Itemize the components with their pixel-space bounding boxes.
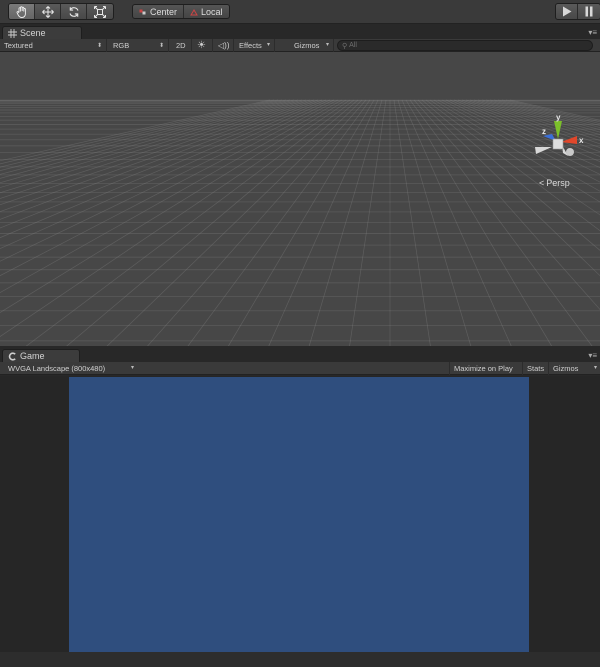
grid-line <box>0 99 339 277</box>
grid-line <box>0 99 299 188</box>
transform-tools <box>8 3 114 20</box>
grid-line <box>308 99 383 346</box>
scene-tab-bar: Scene ▾≡ <box>0 25 600 39</box>
scene-search-placeholder: All <box>349 42 357 49</box>
effects-label: Effects <box>239 41 262 50</box>
effects-arrow-icon: ▾ <box>266 42 270 48</box>
toggle-2d-label: 2D <box>176 41 186 50</box>
play-controls <box>555 3 600 20</box>
toggle-2d-button[interactable]: 2D <box>172 39 192 52</box>
scene-search-input[interactable]: ⚲ All <box>337 40 593 51</box>
render-mode-label: RGB <box>113 41 130 50</box>
game-gizmos-label: Gizmos <box>553 364 579 373</box>
move-tool-button[interactable] <box>35 4 61 19</box>
maximize-on-play-toggle[interactable]: Maximize on Play <box>449 362 517 375</box>
scene-gizmos-dropdown[interactable]: Gizmos ▾ <box>290 39 334 52</box>
gizmo-x-label: x <box>579 136 584 145</box>
audio-icon: ◁)) <box>218 41 230 50</box>
aspect-label: WVGA Landscape (800x480) <box>8 364 106 373</box>
main-toolbar: Center Local <box>0 0 600 24</box>
search-icon: ⚲ <box>342 42 348 50</box>
grid-line <box>0 99 335 262</box>
gizmo-y-label: y <box>556 113 561 122</box>
grid-line <box>0 99 311 206</box>
pivot-center-label: Center <box>150 6 178 17</box>
scene-toolbar: Textured ⬍ RGB ⬍ 2D ☀ ◁)) Effects ▾ Gizm… <box>0 39 600 52</box>
pivot-center-icon <box>139 9 146 14</box>
scene-gizmos-arrow-icon: ▾ <box>325 42 329 48</box>
gizmo-z-label: z <box>542 127 546 136</box>
stats-label: Stats <box>527 364 545 373</box>
stats-toggle[interactable]: Stats <box>522 362 548 375</box>
pause-button[interactable] <box>578 4 600 19</box>
maximize-on-play-label: Maximize on Play <box>454 364 513 373</box>
grid-line <box>349 99 387 346</box>
grid-line <box>0 99 351 337</box>
effects-dropdown[interactable]: Effects ▾ <box>235 39 275 52</box>
scene-viewport[interactable]: y x z < Persp <box>0 52 600 346</box>
grid-line <box>0 99 323 229</box>
rotate-icon <box>68 6 79 17</box>
game-panel-menu-icon[interactable]: ▾≡ <box>588 352 597 360</box>
game-bottom-bar <box>0 652 600 667</box>
pivot-local-button[interactable]: Local <box>184 5 229 18</box>
draw-mode-label: Textured <box>4 41 33 50</box>
orientation-gizmo[interactable]: y x z <box>530 112 590 172</box>
render-mode-arrow-icon: ⬍ <box>158 43 164 49</box>
grid-line <box>0 99 279 168</box>
tab-scene[interactable]: Scene <box>2 26 82 39</box>
grid-line <box>187 99 371 346</box>
game-gizmos-arrow-icon: ▾ <box>593 365 597 371</box>
scene-lighting-button[interactable]: ☀ <box>193 39 213 52</box>
game-viewport <box>0 376 600 667</box>
projection-label: Persp <box>546 178 570 188</box>
draw-mode-dropdown[interactable]: Textured ⬍ <box>0 39 107 52</box>
hand-icon <box>16 5 26 18</box>
pause-icon <box>585 6 593 17</box>
tab-scene-label: Scene <box>20 28 46 38</box>
grid-line <box>0 99 319 220</box>
scene-grid-icon <box>8 28 17 38</box>
grid-line <box>0 99 331 250</box>
grid-line <box>397 99 472 346</box>
tab-game-label: Game <box>20 351 45 361</box>
sun-icon: ☀ <box>197 40 206 51</box>
scene-panel-menu-icon[interactable]: ▾≡ <box>588 29 597 37</box>
scene-audio-button[interactable]: ◁)) <box>214 39 234 52</box>
game-render-surface[interactable] <box>69 377 529 653</box>
perspective-icon: < <box>539 178 545 188</box>
grid-line <box>0 99 287 175</box>
draw-mode-arrow-icon: ⬍ <box>96 43 102 49</box>
tab-game[interactable]: Game <box>2 349 80 362</box>
game-controller-icon <box>8 351 16 361</box>
grid-line <box>393 99 431 346</box>
pivot-local-icon <box>190 8 198 15</box>
aspect-arrow-icon: ▾ <box>130 365 134 371</box>
pivot-toggle-group: Center Local <box>132 4 230 19</box>
play-icon <box>562 6 571 17</box>
hand-tool-button[interactable] <box>9 4 35 19</box>
grid-line <box>0 99 343 293</box>
play-button[interactable] <box>556 4 578 19</box>
scale-tool-button[interactable] <box>87 4 113 19</box>
game-toolbar: WVGA Landscape (800x480) ▾ Maximize on P… <box>0 362 600 375</box>
scene-grid <box>0 99 600 346</box>
aspect-dropdown[interactable]: WVGA Landscape (800x480) ▾ <box>0 362 138 375</box>
rotate-tool-button[interactable] <box>61 4 87 19</box>
scene-gizmos-label: Gizmos <box>294 41 320 50</box>
game-tab-bar: Game ▾≡ <box>0 348 600 362</box>
grid-line <box>227 99 375 346</box>
render-mode-dropdown[interactable]: RGB ⬍ <box>109 39 169 52</box>
grid-line <box>0 99 283 171</box>
scale-icon <box>94 5 106 18</box>
move-icon <box>41 5 54 18</box>
pivot-center-button[interactable]: Center <box>133 5 185 18</box>
pivot-local-label: Local <box>201 6 223 17</box>
game-gizmos-dropdown[interactable]: Gizmos ▾ <box>548 362 600 375</box>
projection-toggle[interactable]: < Persp <box>539 178 570 188</box>
